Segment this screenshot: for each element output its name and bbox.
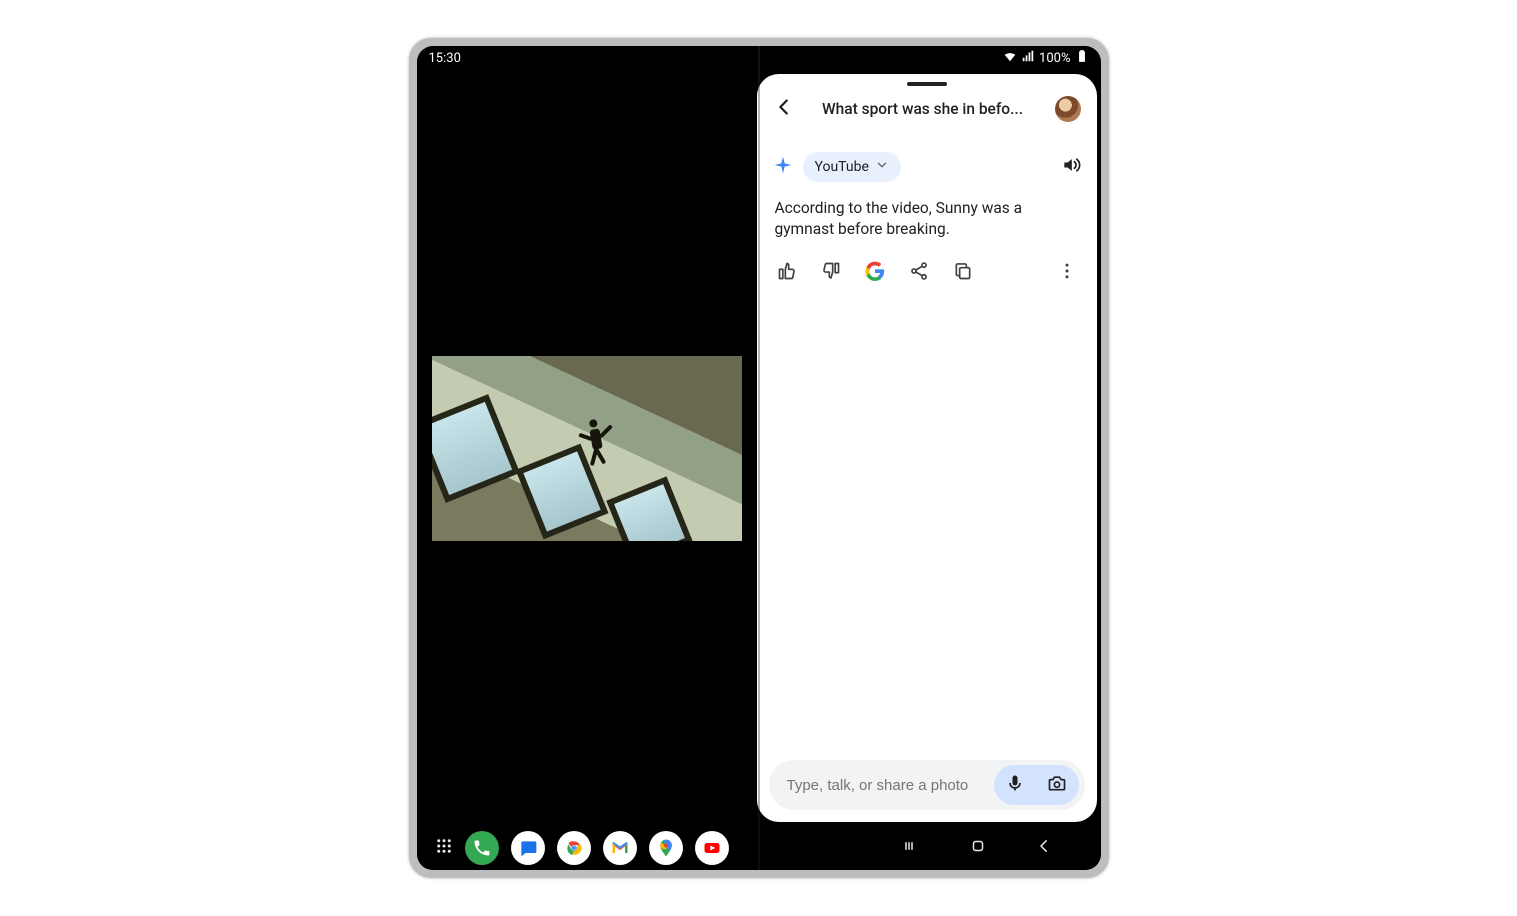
input-bar bbox=[769, 760, 1085, 810]
answer-text: According to the video, Sunny was a gymn… bbox=[757, 192, 1097, 253]
signal-icon bbox=[1021, 49, 1035, 67]
camera-button[interactable] bbox=[1047, 773, 1067, 797]
source-label: YouTube bbox=[815, 159, 869, 175]
chevron-down-icon bbox=[875, 158, 889, 176]
source-chip[interactable]: YouTube bbox=[803, 152, 901, 182]
nav-recents-button[interactable] bbox=[903, 837, 921, 859]
video-pane[interactable] bbox=[417, 70, 757, 826]
fold-hinge bbox=[758, 46, 760, 870]
gemini-spark-icon bbox=[773, 155, 793, 179]
back-button[interactable] bbox=[773, 96, 795, 122]
assistant-panel: What sport was she in befo... YouTube bbox=[757, 74, 1097, 822]
battery-percent: 100% bbox=[1039, 51, 1070, 66]
video-frame bbox=[432, 356, 742, 541]
thumbs-down-button[interactable] bbox=[821, 261, 841, 285]
mic-button[interactable] bbox=[1005, 773, 1025, 797]
avatar[interactable] bbox=[1055, 96, 1081, 122]
phone-app-icon[interactable] bbox=[465, 831, 499, 865]
apps-grid-button[interactable] bbox=[435, 837, 453, 859]
messages-app-icon[interactable] bbox=[511, 831, 545, 865]
prompt-input[interactable] bbox=[787, 777, 986, 794]
youtube-app-icon[interactable] bbox=[695, 831, 729, 865]
clock: 15:30 bbox=[429, 51, 461, 66]
nav-home-button[interactable] bbox=[969, 837, 987, 859]
share-button[interactable] bbox=[909, 261, 929, 285]
battery-icon bbox=[1075, 49, 1089, 67]
panel-title: What sport was she in befo... bbox=[807, 100, 1043, 118]
device-frame: 15:30 100% bbox=[409, 38, 1109, 878]
drag-handle[interactable] bbox=[907, 82, 947, 86]
nav-back-button[interactable] bbox=[1035, 837, 1053, 859]
thumbs-up-button[interactable] bbox=[777, 261, 797, 285]
copy-button[interactable] bbox=[953, 261, 973, 285]
more-button[interactable] bbox=[1057, 261, 1077, 285]
wifi-icon bbox=[1003, 49, 1017, 67]
google-search-button[interactable] bbox=[865, 261, 885, 285]
maps-app-icon[interactable] bbox=[649, 831, 683, 865]
gmail-app-icon[interactable] bbox=[603, 831, 637, 865]
speaker-button[interactable] bbox=[1061, 155, 1081, 179]
chrome-app-icon[interactable] bbox=[557, 831, 591, 865]
